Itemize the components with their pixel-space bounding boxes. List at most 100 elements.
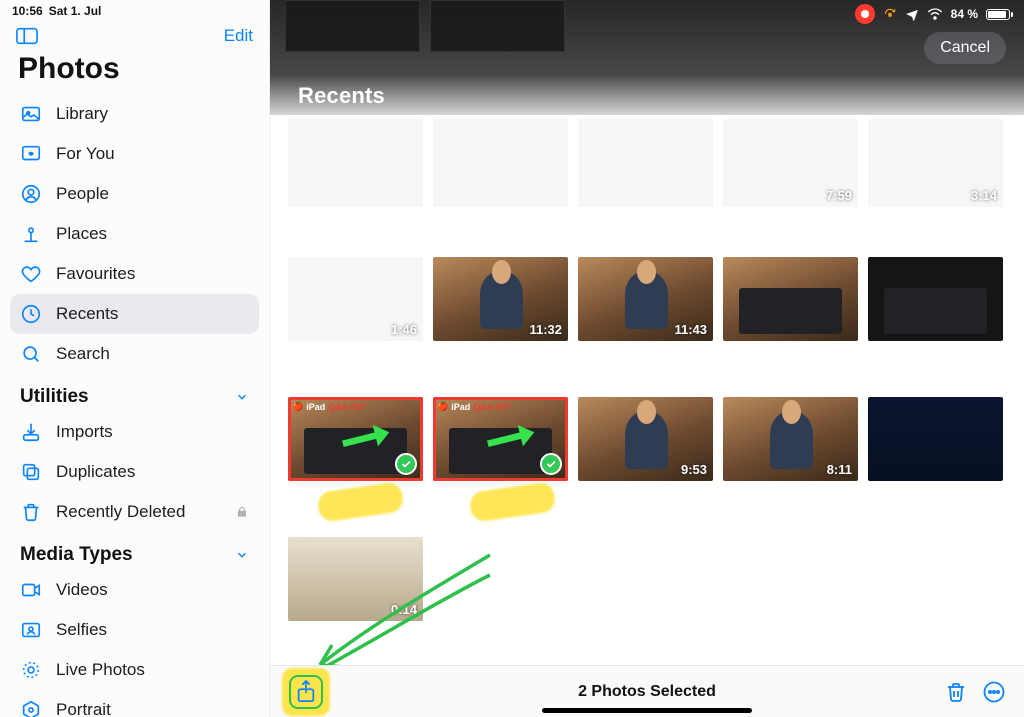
sidebar-item-label: Recents (56, 304, 118, 324)
photo-thumbnail-selected[interactable]: 🍎iPad Q&A #07 (288, 397, 423, 481)
clock-icon (20, 303, 42, 325)
places-icon (20, 223, 42, 245)
duration-badge: 11:32 (529, 322, 562, 337)
sidebar-item-library[interactable]: Library (10, 94, 259, 134)
sidebar-item-selfies[interactable]: Selfies (10, 610, 259, 650)
qna-badge: 🍎iPad Q&A #07 (292, 401, 365, 412)
cancel-button[interactable]: Cancel (924, 32, 1006, 64)
thumbnail-peek[interactable] (285, 0, 420, 52)
chevron-down-icon (235, 390, 249, 404)
annotation-highlight (468, 481, 556, 523)
wifi-icon (927, 8, 943, 20)
sidebar-item-label: Live Photos (56, 660, 145, 680)
photo-thumbnail-selected[interactable]: 🍎iPad Q&A #07 (433, 397, 568, 481)
duration-badge: 11:43 (674, 322, 707, 337)
sidebar: 10:56 Sat 1. Jul Edit Photos Library (0, 0, 270, 717)
sidebar-item-label: Recently Deleted (56, 502, 185, 522)
orientation-lock-icon[interactable] (883, 7, 897, 21)
people-icon (20, 183, 42, 205)
sidebar-item-search[interactable]: Search (10, 334, 259, 374)
sidebar-toggle-icon[interactable] (16, 27, 38, 45)
header-blur: 84 % Cancel Recents (270, 0, 1024, 115)
search-icon (20, 343, 42, 365)
photo-thumbnail[interactable] (433, 119, 568, 207)
photo-thumbnail[interactable]: 3:14 (868, 119, 1003, 207)
heart-icon (20, 263, 42, 285)
sidebar-item-places[interactable]: Places (10, 214, 259, 254)
status-date: Sat 1. Jul (49, 4, 102, 18)
photo-thumbnail[interactable]: 11:32 (433, 257, 568, 341)
status-time: 10:56 (12, 4, 43, 18)
sidebar-item-favourites[interactable]: Favourites (10, 254, 259, 294)
section-utilities[interactable]: Utilities (10, 374, 259, 412)
duration-badge: 7:59 (826, 188, 852, 203)
photo-thumbnail[interactable]: 8:11 (723, 397, 858, 481)
photo-thumbnail[interactable]: 1:46 (288, 257, 423, 341)
duration-badge: 0:14 (391, 602, 417, 617)
delete-button[interactable] (944, 680, 968, 704)
photo-thumbnail[interactable]: 0:14 (288, 537, 423, 621)
sidebar-item-live-photos[interactable]: Live Photos (10, 650, 259, 690)
photo-thumbnail[interactable]: 11:43 (578, 257, 713, 341)
duration-badge: 8:11 (827, 462, 852, 477)
share-icon (295, 679, 317, 705)
sidebar-item-duplicates[interactable]: Duplicates (10, 452, 259, 492)
main-area: 84 % Cancel Recents 7:59 3:14 (270, 0, 1024, 717)
trash-icon (20, 501, 42, 523)
sidebar-item-label: People (56, 184, 109, 204)
lock-icon (235, 505, 249, 519)
sidebar-item-label: Portrait (56, 700, 111, 717)
battery-icon (986, 9, 1010, 20)
duplicates-icon (20, 461, 42, 483)
thumbnail-peek[interactable] (430, 0, 565, 52)
sidebar-item-videos[interactable]: Videos (10, 570, 259, 610)
sidebar-item-recently-deleted[interactable]: Recently Deleted (10, 492, 259, 532)
photo-grid: 7:59 3:14 1:46 11:32 11:43 (270, 115, 1024, 665)
sidebar-item-label: Places (56, 224, 107, 244)
sidebar-item-label: Favourites (56, 264, 135, 284)
photo-thumbnail[interactable] (868, 257, 1003, 341)
photo-thumbnail[interactable]: 7:59 (723, 119, 858, 207)
photo-thumbnail[interactable] (723, 257, 858, 341)
battery-percent: 84 % (951, 7, 978, 21)
recording-indicator-icon[interactable] (855, 4, 875, 24)
sidebar-item-label: Duplicates (56, 462, 135, 482)
more-button[interactable] (982, 680, 1006, 704)
status-bar-right: 84 % (855, 4, 1010, 24)
photo-thumbnail[interactable] (578, 119, 713, 207)
sidebar-item-label: Search (56, 344, 110, 364)
for-you-icon (20, 143, 42, 165)
sidebar-item-label: Imports (56, 422, 113, 442)
sidebar-item-portrait[interactable]: Portrait (10, 690, 259, 717)
qna-badge: 🍎iPad Q&A #07 (437, 401, 510, 412)
share-button[interactable] (288, 674, 324, 710)
sidebar-item-label: Selfies (56, 620, 107, 640)
video-icon (20, 579, 42, 601)
sidebar-item-for-you[interactable]: For You (10, 134, 259, 174)
sidebar-item-label: Videos (56, 580, 108, 600)
duration-badge: 1:46 (391, 322, 417, 337)
sidebar-item-recents[interactable]: Recents (10, 294, 259, 334)
live-photos-icon (20, 659, 42, 681)
selected-check-icon (540, 453, 562, 475)
duration-badge: 9:53 (681, 462, 707, 477)
sidebar-item-people[interactable]: People (10, 174, 259, 214)
sidebar-title: Photos (0, 46, 269, 94)
sidebar-item-imports[interactable]: Imports (10, 412, 259, 452)
status-bar-left: 10:56 Sat 1. Jul (0, 0, 269, 18)
sidebar-item-label: Library (56, 104, 108, 124)
photo-thumbnail[interactable] (288, 119, 423, 207)
edit-button[interactable]: Edit (224, 26, 253, 46)
annotation-highlight (316, 481, 404, 523)
home-indicator[interactable] (542, 708, 752, 713)
airplane-mode-icon (905, 7, 919, 21)
bottom-toolbar: 2 Photos Selected (270, 665, 1024, 717)
portrait-icon (20, 699, 42, 717)
page-title: Recents (298, 83, 385, 109)
section-media-types[interactable]: Media Types (10, 532, 259, 570)
chevron-down-icon (235, 548, 249, 562)
photo-thumbnail[interactable] (868, 397, 1003, 481)
photo-library-icon (20, 103, 42, 125)
photo-thumbnail[interactable]: 9:53 (578, 397, 713, 481)
selection-count: 2 Photos Selected (578, 683, 716, 701)
